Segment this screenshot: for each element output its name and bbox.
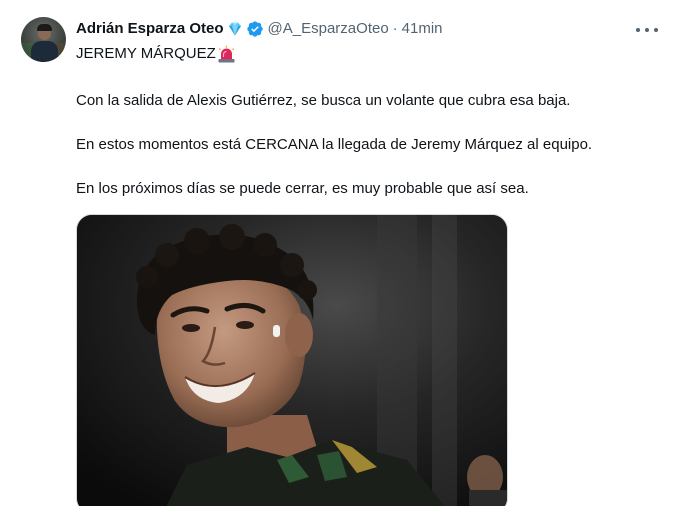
timestamp[interactable]: 41min — [402, 19, 443, 39]
display-name[interactable]: Adrián Esparza Oteo — [76, 19, 224, 39]
tweet-paragraph-2: En estos momentos está CERCANA la llegad… — [76, 136, 593, 153]
tweet[interactable]: Adrián Esparza Oteo @A_EsparzaOteo · 41m… — [0, 0, 685, 506]
more-dot-icon — [636, 28, 640, 32]
siren-icon — [217, 45, 236, 64]
tweet-header: Adrián Esparza Oteo @A_EsparzaOteo · 41m… — [76, 18, 443, 40]
player-photo — [77, 215, 507, 506]
gem-icon — [226, 20, 244, 38]
avatar[interactable] — [21, 17, 66, 62]
avatar-hair — [37, 24, 52, 31]
tweet-media-photo[interactable] — [76, 214, 508, 506]
more-dot-icon — [645, 28, 649, 32]
verified-badge-icon[interactable] — [246, 20, 264, 38]
headline-text: JEREMY MÁRQUEZ — [76, 45, 216, 62]
author-handle[interactable]: @A_EsparzaOteo — [268, 19, 389, 39]
separator-dot: · — [392, 20, 398, 37]
tweet-paragraph-3: En los próximos días se puede cerrar, es… — [76, 180, 529, 197]
tweet-paragraph-1: Con la salida de Alexis Gutiérrez, se bu… — [76, 92, 571, 109]
more-dot-icon — [654, 28, 658, 32]
tweet-headline: JEREMY MÁRQUEZ — [76, 44, 236, 64]
more-options-button[interactable] — [634, 20, 660, 40]
avatar-body — [31, 41, 58, 62]
